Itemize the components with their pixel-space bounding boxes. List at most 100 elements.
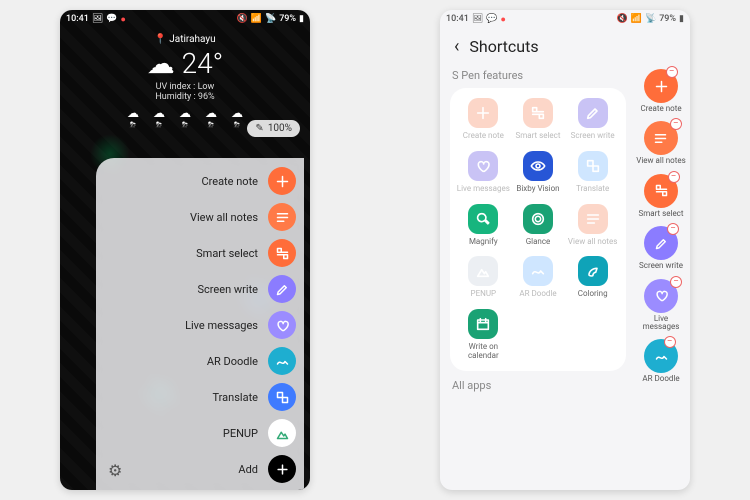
heart-icon	[268, 311, 296, 339]
forecast-icon: ☁	[231, 106, 243, 130]
selected-shortcut-label: AR Doodle	[642, 375, 679, 383]
glance-icon	[523, 204, 553, 234]
translate-icon	[578, 151, 608, 181]
remove-icon[interactable]: −	[670, 276, 682, 288]
section-spen-features: S Pen features	[452, 69, 624, 82]
back-icon[interactable]: ‹	[454, 36, 459, 57]
forecast-icon: ☁	[205, 106, 217, 130]
cloud-icon: ☁	[147, 47, 175, 80]
features-grid: Create note Smart select Screen write Li…	[450, 88, 626, 371]
shortcut-label: AR Doodle	[519, 290, 556, 299]
air-command-item-lines[interactable]: View all notes	[102, 202, 296, 232]
selected-shortcut-lines[interactable]: − View all notes	[636, 121, 685, 165]
status-time: 10:41	[66, 14, 89, 24]
doodle-icon	[523, 256, 553, 286]
air-command-item-plus[interactable]: Create note	[102, 166, 296, 196]
shortcut-doodle: AR Doodle	[511, 256, 566, 299]
remove-icon[interactable]: −	[666, 66, 678, 78]
selected-shortcut-doodle[interactable]: − AR Doodle	[642, 339, 679, 383]
air-command-item-pen[interactable]: Screen write	[102, 274, 296, 304]
heart-icon	[468, 151, 498, 181]
picture-icon: 🖼	[92, 14, 103, 24]
selected-shortcut-label: View all notes	[636, 157, 685, 165]
add-icon	[268, 455, 296, 483]
mountain-icon	[468, 256, 498, 286]
air-command-item-mountain[interactable]: PENUP	[102, 418, 296, 448]
record-icon: ●	[121, 14, 126, 25]
plus-icon	[268, 167, 296, 195]
shortcut-label: Smart select	[515, 132, 560, 141]
shortcut-translate: Translate	[565, 151, 620, 194]
shortcut-crop: Smart select	[511, 98, 566, 141]
shortcut-pen: Screen write	[565, 98, 620, 141]
weather-location: Jatirahayu	[169, 34, 215, 45]
signal-icon: 📡	[265, 14, 276, 24]
selected-shortcut-label: Create note	[640, 105, 681, 113]
shortcut-magnify[interactable]: Magnify	[456, 204, 511, 247]
air-command-item-doodle[interactable]: AR Doodle	[102, 346, 296, 376]
shortcut-label: Glance	[526, 238, 551, 247]
air-command-item-crop[interactable]: Smart select	[102, 238, 296, 268]
spen-battery-pill[interactable]: ✎ 100%	[247, 120, 300, 137]
weather-temp: 24°	[182, 47, 224, 80]
shortcut-lines: View all notes	[565, 204, 620, 247]
selected-shortcut-pen[interactable]: − Screen write	[639, 226, 683, 270]
shortcut-label: Coloring	[578, 290, 608, 299]
signal-icon: 📡	[645, 14, 656, 24]
shortcut-eye[interactable]: Bixby Vision	[511, 151, 566, 194]
shortcuts-header: ‹ Shortcuts	[440, 28, 690, 65]
air-command-item-heart[interactable]: Live messages	[102, 310, 296, 340]
wifi-icon: 📶	[251, 14, 262, 24]
air-item-label: Screen write	[198, 283, 258, 296]
lines-icon	[268, 203, 296, 231]
selected-shortcut-heart[interactable]: − Live messages	[636, 279, 686, 332]
weather-widget[interactable]: 📍 Jatirahayu ☁ 24° UV index : Low Humidi…	[60, 28, 310, 132]
picture-icon: 🖼	[472, 14, 483, 24]
shortcut-label: View all notes	[568, 238, 617, 247]
air-command-item-translate[interactable]: Translate	[102, 382, 296, 412]
selected-shortcut-label: Screen write	[639, 262, 683, 270]
battery-icon: ▮	[679, 14, 684, 24]
shortcut-label: Bixby Vision	[516, 185, 559, 194]
air-item-label: Live messages	[185, 319, 258, 332]
shortcut-label: Write on calendar	[456, 343, 511, 361]
air-item-label: View all notes	[190, 211, 258, 224]
spen-battery-value: 100%	[268, 123, 292, 134]
wifi-icon: 📶	[631, 14, 642, 24]
remove-icon[interactable]: −	[667, 223, 679, 235]
selected-shortcuts-rail: − Create note − View all notes − Smart s…	[632, 65, 690, 490]
section-all-apps: All apps	[452, 379, 624, 392]
air-command-item-add[interactable]: Add	[102, 454, 296, 484]
selected-shortcut-plus[interactable]: − Create note	[640, 69, 681, 113]
status-time: 10:41	[446, 14, 469, 24]
record-icon: ●	[501, 14, 506, 25]
shortcut-glance[interactable]: Glance	[511, 204, 566, 247]
air-item-label: Translate	[213, 391, 259, 404]
shortcut-label: PENUP	[471, 290, 497, 299]
air-command-panel: Create note View all notes Smart select …	[96, 158, 304, 490]
shortcut-heart: Live messages	[456, 151, 511, 194]
air-item-label: Add	[238, 463, 258, 476]
settings-gear-icon[interactable]: ⚙	[108, 461, 122, 480]
weather-uv: UV index : Low	[60, 82, 310, 92]
chat-icon: 💬	[106, 14, 117, 24]
selected-shortcut-label: Live messages	[636, 315, 686, 332]
eye-icon	[523, 151, 553, 181]
pen-icon	[578, 98, 608, 128]
shortcut-label: Create note	[463, 132, 504, 141]
status-bar: 10:41 🖼 💬 ● 🔇 📶 📡 79% ▮	[60, 10, 310, 28]
remove-icon[interactable]: −	[664, 336, 676, 348]
shortcut-coloring[interactable]: Coloring	[565, 256, 620, 299]
crop-icon	[268, 239, 296, 267]
battery-icon: ▮	[299, 14, 304, 24]
coloring-icon	[578, 256, 608, 286]
pen-icon: ✎	[255, 123, 263, 134]
selected-shortcut-crop[interactable]: − Smart select	[639, 174, 684, 218]
shortcut-calendar[interactable]: Write on calendar	[456, 309, 511, 361]
page-title: Shortcuts	[469, 37, 538, 56]
remove-icon[interactable]: −	[668, 171, 680, 183]
remove-icon[interactable]: −	[670, 118, 682, 130]
pen-icon	[268, 275, 296, 303]
air-item-label: AR Doodle	[207, 355, 258, 368]
shortcut-label: Live messages	[457, 185, 510, 194]
